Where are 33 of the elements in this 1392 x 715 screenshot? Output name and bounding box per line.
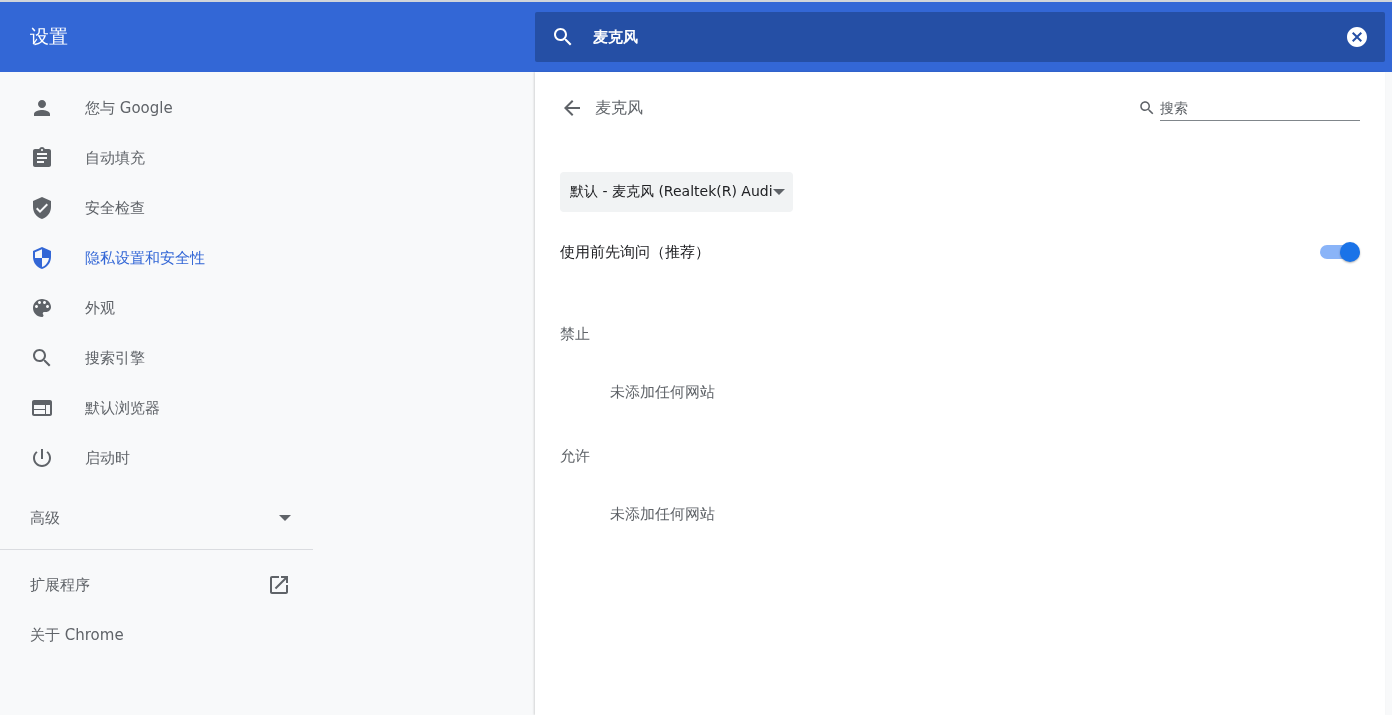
page-title: 设置 (29, 24, 69, 49)
power-icon (30, 446, 54, 470)
section-heading: 禁止 (560, 324, 591, 345)
search-query: 麦克风 (593, 27, 638, 46)
sidebar-item[interactable]: 搜索引擎 (0, 333, 535, 383)
sidebar-item[interactable]: 自动填充 (0, 133, 535, 183)
sidebar-item[interactable]: 您与 Google (0, 83, 535, 133)
advanced-toggle[interactable]: 高级 (0, 493, 313, 543)
toggle-label: 使用前先询问（推荐） (560, 242, 710, 262)
external-link-icon (267, 573, 291, 597)
clear-icon[interactable] (1345, 25, 1369, 49)
sidebar-link[interactable]: 关于 Chrome (0, 610, 313, 660)
section-title: 麦克风 (595, 97, 644, 119)
palette-icon (30, 296, 54, 320)
search-field[interactable]: 搜索 (1160, 95, 1360, 121)
sidebar-item[interactable]: 启动时 (0, 433, 535, 483)
shield-check-icon (30, 196, 54, 220)
sidebar-item[interactable]: 外观 (0, 283, 535, 333)
sidebar-item[interactable]: 默认浏览器 (0, 383, 535, 433)
clipboard-icon (30, 146, 54, 170)
empty-message: 未添加任何网站 (609, 504, 716, 525)
caret-icon (772, 189, 785, 195)
caret-icon (279, 515, 291, 521)
search-field[interactable]: 麦克风 (535, 12, 1385, 62)
sidebar-link[interactable]: 扩展程序 (0, 560, 313, 610)
section-heading: 允许 (560, 446, 591, 467)
empty-message: 未添加任何网站 (609, 382, 716, 403)
microphone-dropdown[interactable]: 默认 - 麦克风 (Realtek(R) Audi (560, 172, 793, 212)
search-icon (1138, 99, 1156, 117)
sidebar-item[interactable]: 安全检查 (0, 183, 535, 233)
toggle-switch[interactable] (1320, 242, 1360, 262)
shield-icon (30, 246, 54, 270)
sidebar-item[interactable]: 隐私设置和安全性 (0, 233, 535, 283)
